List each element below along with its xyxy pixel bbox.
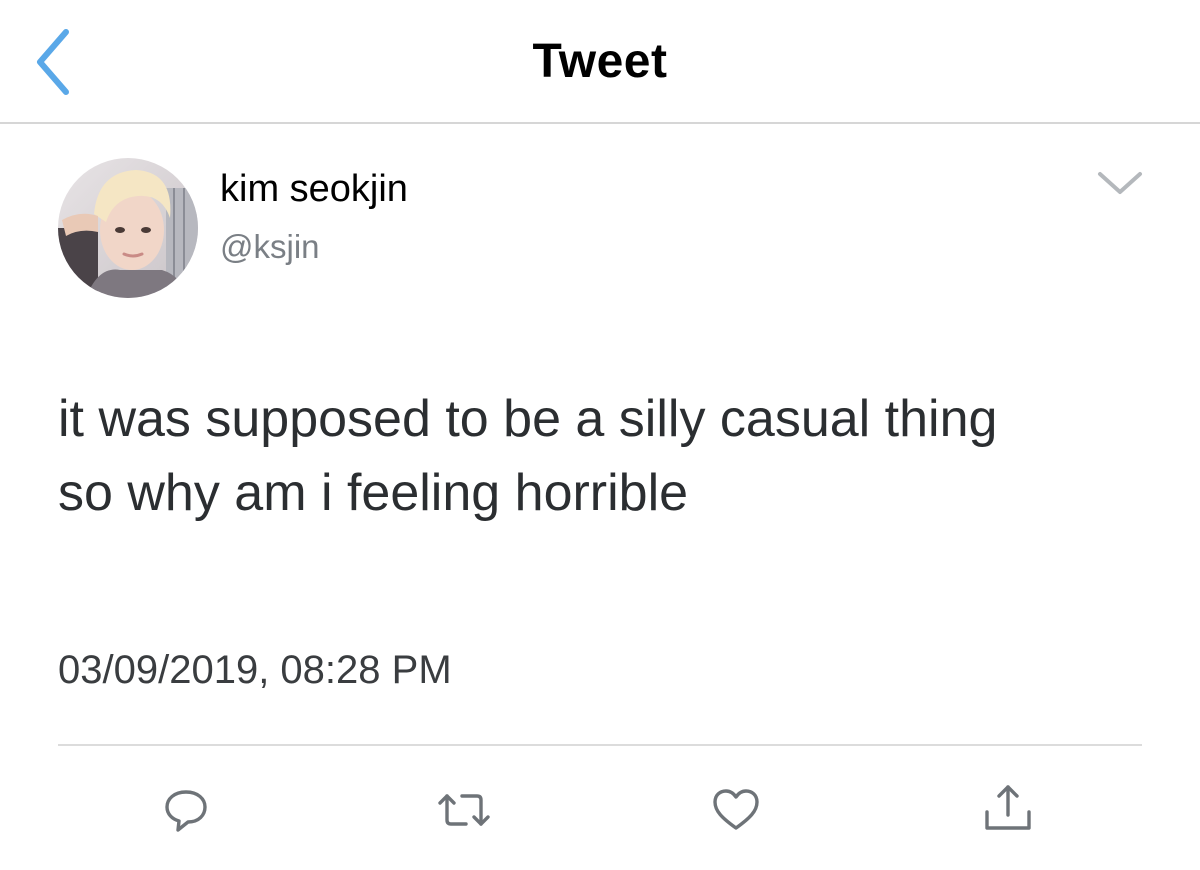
chevron-down-icon — [1098, 172, 1142, 194]
reply-button[interactable] — [160, 784, 212, 836]
tweet-text-line: it was supposed to be a silly casual thi… — [58, 390, 998, 448]
like-button[interactable] — [710, 784, 762, 836]
retweet-icon — [438, 794, 490, 826]
retweet-button[interactable] — [436, 784, 490, 836]
avatar[interactable] — [58, 158, 198, 298]
author-handle[interactable]: @ksjin — [220, 228, 320, 266]
author-display-name[interactable]: kim seokjin — [220, 168, 408, 211]
page-title: Tweet — [532, 35, 668, 88]
tweet-options-button[interactable] — [1094, 166, 1146, 198]
tweet-text-line: so why am i feeling horrible — [58, 464, 689, 522]
avatar-photo — [58, 158, 198, 298]
reply-icon — [165, 790, 207, 832]
heart-icon — [713, 789, 759, 830]
tweet-text: it was supposed to be a silly casual thi… — [58, 382, 1168, 530]
tweet-detail-screen: Tweet kim seokjin @ksjin it was supposed… — [0, 0, 1200, 870]
divider — [58, 744, 1142, 746]
share-icon — [985, 785, 1031, 830]
tweet-timestamp: 03/09/2019, 08:28 PM — [58, 648, 452, 692]
navigation-bar: Tweet — [0, 0, 1200, 124]
share-button[interactable] — [982, 784, 1034, 836]
